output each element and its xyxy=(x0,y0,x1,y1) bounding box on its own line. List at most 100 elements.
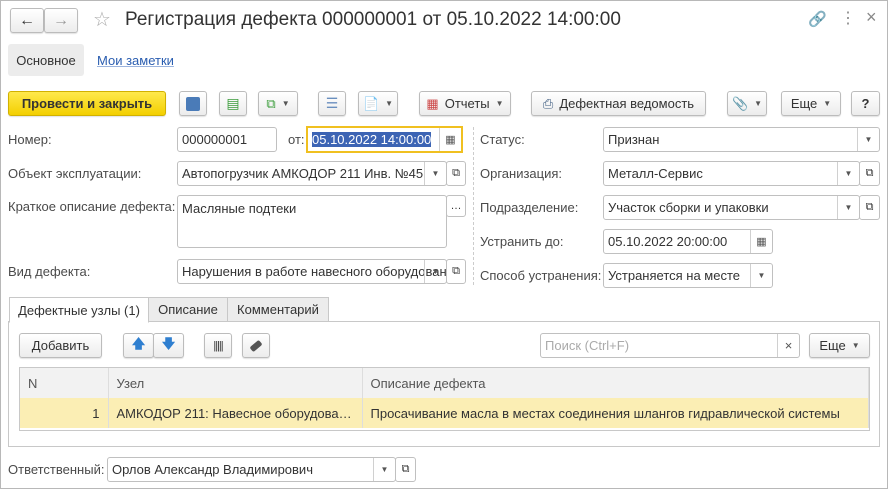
column-header-description[interactable]: Описание дефекта xyxy=(362,368,869,398)
due-date-input[interactable]: 05.10.2022 20:00:00 ▦ xyxy=(603,229,773,254)
column-header-n[interactable]: N xyxy=(20,368,109,398)
post-button[interactable]: ▤ xyxy=(219,91,247,116)
status-select[interactable]: Признан ▼ xyxy=(603,127,880,152)
chevron-down-icon: ▼ xyxy=(851,341,860,350)
reports-label: Отчеты xyxy=(444,96,490,111)
scanner-icon xyxy=(249,339,263,352)
open-defect-type-button[interactable]: ⧉ xyxy=(446,259,466,284)
date-input[interactable]: 05.10.2022 14:00:00 ▦ xyxy=(306,126,463,153)
cell-description: Просачивание масла в местах соединения ш… xyxy=(362,398,869,428)
method-select[interactable]: Устраняется на месте ▼ xyxy=(603,263,773,288)
printer-icon: ⎙ xyxy=(542,95,554,111)
close-icon[interactable]: × xyxy=(866,7,877,28)
link-icon[interactable]: 🔗 xyxy=(808,10,827,28)
tab-description[interactable]: Описание xyxy=(148,297,228,322)
move-down-button[interactable]: 🡇 xyxy=(153,333,184,358)
column-header-node[interactable]: Узел xyxy=(108,368,363,398)
object-value: Автопогрузчик АМКОДОР 211 Инв. №45 xyxy=(182,166,424,181)
department-value: Участок сборки и упаковки xyxy=(608,200,769,215)
create-based-on-button[interactable]: ⧉ ▼ xyxy=(258,91,298,116)
date-from-label: от: xyxy=(288,132,305,147)
column-divider xyxy=(473,127,474,285)
clear-icon[interactable]: × xyxy=(777,334,799,357)
move-up-button[interactable]: 🡅 xyxy=(123,333,154,358)
document-actions-button[interactable]: 📄 ▼ xyxy=(358,91,398,116)
chevron-down-icon[interactable]: ▼ xyxy=(837,196,859,219)
responsible-input[interactable]: Орлов Александр Владимирович ▼ xyxy=(107,457,396,482)
paperclip-icon: 📎 xyxy=(731,95,749,111)
list-button[interactable]: ☰ xyxy=(318,91,346,116)
tab-comment[interactable]: Комментарий xyxy=(227,297,329,322)
object-label: Объект эксплуатации: xyxy=(8,166,142,181)
table-more-label: Еще xyxy=(819,338,846,353)
tab-my-notes[interactable]: Мои заметки xyxy=(97,53,174,68)
post-document-icon: ▤ xyxy=(226,95,240,111)
page-title: Регистрация дефекта 000000001 от 05.10.2… xyxy=(125,9,621,30)
arrow-up-icon: 🡅 xyxy=(131,335,146,351)
arrow-left-icon: ← xyxy=(19,11,35,29)
scanner-button[interactable] xyxy=(242,333,270,358)
chevron-down-icon[interactable]: ▼ xyxy=(750,264,772,287)
search-placeholder: Поиск (Ctrl+F) xyxy=(545,338,630,353)
reports-button[interactable]: ▦ Отчеты ▼ xyxy=(419,91,511,116)
more-vertical-icon[interactable]: ⋮ xyxy=(840,8,856,28)
open-object-button[interactable]: ⧉ xyxy=(446,161,466,186)
back-button[interactable]: ← xyxy=(10,8,44,33)
print-defect-statement-button[interactable]: ⎙ Дефектная ведомость xyxy=(531,91,706,116)
copy-icon: ⧉ xyxy=(266,95,276,111)
calendar-icon[interactable]: ▦ xyxy=(750,230,772,253)
more-button[interactable]: Еще ▼ xyxy=(781,91,841,116)
chevron-down-icon: ▼ xyxy=(281,99,290,108)
calendar-icon[interactable]: ▦ xyxy=(439,128,461,151)
search-input[interactable]: Поиск (Ctrl+F) × xyxy=(540,333,800,358)
open-icon: ⧉ xyxy=(452,265,460,277)
list-icon: ☰ xyxy=(325,95,339,111)
description-label: Краткое описание дефекта: xyxy=(8,199,176,214)
object-input[interactable]: Автопогрузчик АМКОДОР 211 Инв. №45 ▼ xyxy=(177,161,447,186)
chevron-down-icon: ▼ xyxy=(823,99,832,108)
number-label: Номер: xyxy=(8,132,52,147)
chevron-down-icon[interactable]: ▼ xyxy=(857,128,879,151)
department-input[interactable]: Участок сборки и упаковки ▼ xyxy=(603,195,860,220)
chevron-down-icon: ▼ xyxy=(754,99,763,108)
status-value: Признан xyxy=(608,132,660,147)
more-label: Еще xyxy=(790,96,818,111)
number-input[interactable]: 000000001 xyxy=(177,127,277,152)
tab-defect-nodes[interactable]: Дефектные узлы (1) xyxy=(9,297,149,323)
method-label: Способ устранения: xyxy=(480,268,602,283)
defect-type-label: Вид дефекта: xyxy=(8,264,91,279)
save-button[interactable] xyxy=(179,91,207,116)
print-label: Дефектная ведомость xyxy=(559,96,695,111)
barcode-button[interactable]: ||||| xyxy=(204,333,232,358)
chevron-down-icon[interactable]: ▼ xyxy=(424,260,446,283)
open-department-button[interactable]: ⧉ xyxy=(859,195,880,220)
tab-main[interactable]: Основное xyxy=(8,44,84,76)
report-icon: ▦ xyxy=(426,95,439,111)
forward-button[interactable]: → xyxy=(44,8,78,33)
arrow-down-icon: 🡇 xyxy=(161,335,176,351)
chevron-down-icon[interactable]: ▼ xyxy=(424,162,446,185)
ellipsis-button[interactable]: … xyxy=(446,195,466,217)
open-organization-button[interactable]: ⧉ xyxy=(859,161,880,186)
open-icon: ⧉ xyxy=(401,463,410,475)
organization-value: Металл-Сервис xyxy=(608,166,703,181)
post-and-close-button[interactable]: Провести и закрыть xyxy=(8,91,166,116)
attachments-button[interactable]: 📎 ▼ xyxy=(727,91,767,116)
star-icon[interactable]: ☆ xyxy=(93,7,111,32)
table-row[interactable]: 1 АМКОДОР 211: Навесное оборудование Проса… xyxy=(20,398,869,428)
chevron-down-icon[interactable]: ▼ xyxy=(373,458,395,481)
floppy-icon xyxy=(186,96,200,111)
help-button[interactable]: ? xyxy=(851,91,880,116)
method-value: Устраняется на месте xyxy=(608,268,741,283)
cell-n: 1 xyxy=(20,398,109,428)
add-button[interactable]: Добавить xyxy=(19,333,102,358)
organization-input[interactable]: Металл-Сервис ▼ xyxy=(603,161,860,186)
chevron-down-icon[interactable]: ▼ xyxy=(837,162,859,185)
description-textarea[interactable]: Масляные подтеки xyxy=(177,195,447,248)
table-more-button[interactable]: Еще ▼ xyxy=(809,333,870,358)
defect-type-input[interactable]: Нарушения в работе навесного оборудовани… xyxy=(177,259,447,284)
open-responsible-button[interactable]: ⧉ xyxy=(395,457,416,482)
responsible-value: Орлов Александр Владимирович xyxy=(112,462,313,477)
defect-type-value: Нарушения в работе навесного оборудовани… xyxy=(182,264,447,279)
document-clock-icon: 📄 xyxy=(362,95,380,111)
